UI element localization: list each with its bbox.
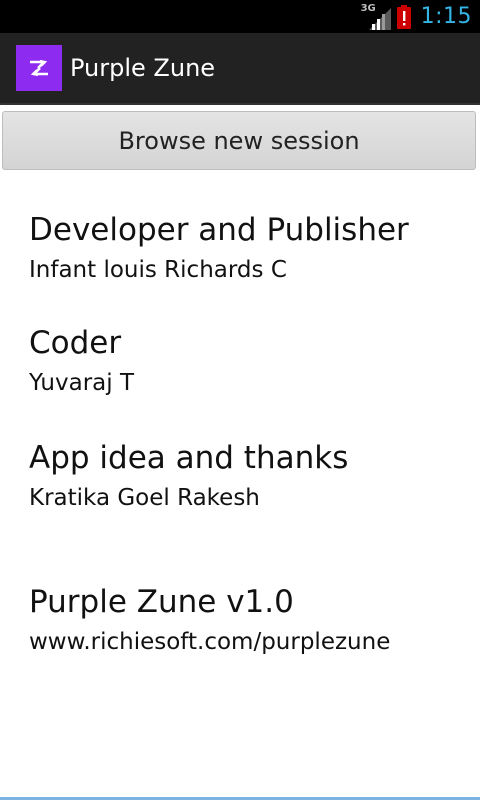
browse-new-session-button[interactable]: Browse new session xyxy=(2,111,476,170)
shuffle-icon[interactable] xyxy=(16,45,62,91)
credit-heading-developer: Developer and Publisher xyxy=(29,212,409,248)
credit-value-coder: Yuvaraj T xyxy=(29,370,134,396)
website-link[interactable]: www.richiesoft.com/purplezune xyxy=(29,629,390,655)
credit-heading-idea: App idea and thanks xyxy=(29,440,349,476)
app-title: Purple Zune xyxy=(70,54,216,82)
clock: 1:15 xyxy=(420,4,472,29)
signal-icon: 3G xyxy=(361,3,391,30)
action-bar: Purple Zune xyxy=(0,33,480,103)
status-icons: 3G 1:15 xyxy=(361,0,480,33)
credit-value-idea: Kratika Goel Rakesh xyxy=(29,485,260,511)
credit-value-developer: Infant louis Richards C xyxy=(29,257,287,283)
credit-heading-coder: Coder xyxy=(29,325,122,361)
action-bar-divider xyxy=(0,103,480,105)
battery-alert-icon xyxy=(396,4,411,29)
status-bar: 3G 1:15 xyxy=(0,0,480,33)
app-version: Purple Zune v1.0 xyxy=(29,584,294,620)
